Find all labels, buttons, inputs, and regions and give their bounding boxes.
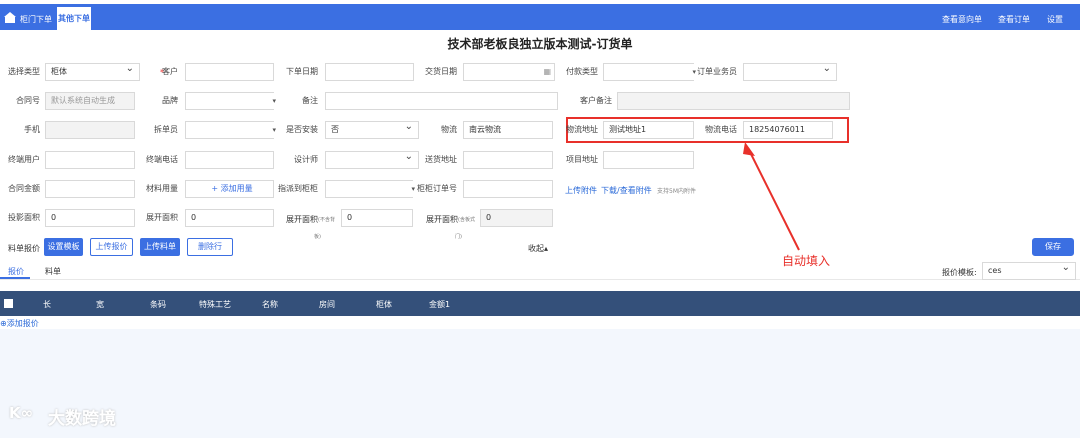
quote-template-value: ces bbox=[988, 266, 1002, 275]
top-nav-bar: 柜门下单 其他下单 查看意向单 查看订单 设置 bbox=[0, 4, 1080, 30]
unfold-note: 门) bbox=[455, 234, 462, 240]
empty-area bbox=[0, 329, 1080, 438]
type-value: 柜体 bbox=[51, 67, 67, 76]
column-header: 长 bbox=[43, 300, 51, 309]
assign-label: 指派到柜柜 bbox=[278, 184, 318, 193]
watermark: 大数跨境 bbox=[48, 409, 116, 429]
end-user-label: 终端用户 bbox=[8, 155, 40, 164]
select-all-checkbox[interactable] bbox=[4, 299, 13, 308]
download-attachment-link[interactable]: 下载/查看附件 bbox=[601, 185, 652, 196]
logistics-phone-label: 物流电话 bbox=[705, 125, 737, 134]
unfold-area-no-back-input[interactable]: 0 bbox=[341, 209, 413, 227]
annotation-arrow bbox=[743, 142, 800, 251]
plus-circle-icon: ⊕ bbox=[0, 319, 7, 328]
remark-label: 备注 bbox=[302, 96, 318, 105]
column-header: 特殊工艺 bbox=[199, 300, 231, 309]
quote-template-select[interactable]: ces bbox=[982, 260, 1076, 280]
projection-area-label: 投影面积 bbox=[8, 213, 40, 222]
customer-remark-label: 客户备注 bbox=[580, 96, 612, 105]
attachment-hint: 支持5M内附件 bbox=[657, 188, 696, 195]
unfold-area-no-back-label: 展开面积 bbox=[286, 215, 318, 224]
install-label: 是否安装 bbox=[286, 125, 318, 134]
install-value: 否 bbox=[331, 125, 339, 134]
unfold-note: (不含背 bbox=[318, 217, 335, 223]
unfold-area-door-label: 展开面积 bbox=[426, 215, 458, 224]
phone-label: 手机 bbox=[24, 125, 40, 134]
quote-template-label: 报价模板: bbox=[942, 268, 977, 277]
cabinet-order-label: 柜柜订单号 bbox=[417, 184, 457, 193]
tab-quote[interactable]: 报价 bbox=[8, 266, 24, 277]
settings-link[interactable]: 设置 bbox=[1047, 14, 1063, 25]
unfold-area-input[interactable]: 0 bbox=[185, 209, 274, 227]
collapse-toggle[interactable]: 收起▴ bbox=[528, 243, 548, 254]
column-header: 柜体 bbox=[376, 300, 392, 309]
contract-amount-label: 合同金额 bbox=[8, 184, 40, 193]
unfold-note: (含板式 bbox=[458, 217, 475, 223]
column-header: 名称 bbox=[262, 300, 278, 309]
upload-bom-button[interactable]: 上传料单 bbox=[140, 238, 180, 256]
brand-label: 品牌 bbox=[162, 96, 178, 105]
tabs-divider bbox=[0, 279, 1080, 280]
cabinet-order-input[interactable] bbox=[463, 180, 553, 198]
project-address-input[interactable] bbox=[603, 151, 694, 169]
upload-attachment-link[interactable]: 上传附件 bbox=[565, 185, 597, 196]
column-header: 条码 bbox=[150, 300, 166, 309]
delete-row-button[interactable]: 删除行 bbox=[187, 238, 233, 256]
customer-label: 客户 bbox=[162, 67, 178, 76]
view-orders-link[interactable]: 查看订单 bbox=[998, 14, 1030, 25]
unfold-note: 板) bbox=[314, 234, 321, 240]
tab-other-order[interactable]: 其他下单 bbox=[57, 7, 91, 30]
splitter-label: 拆单员 bbox=[154, 125, 178, 134]
view-intent-orders-link[interactable]: 查看意向单 bbox=[942, 14, 982, 25]
save-button[interactable]: 保存 bbox=[1032, 238, 1074, 256]
upload-quote-button[interactable]: 上传报价 bbox=[90, 238, 133, 256]
auto-fill-annotation: 自动填入 bbox=[782, 254, 831, 268]
logistics-label: 物流 bbox=[441, 125, 457, 134]
material-label: 材料用量 bbox=[146, 184, 178, 193]
tab-cabinet-door-order[interactable]: 柜门下单 bbox=[20, 14, 52, 25]
project-address-label: 项目地址 bbox=[566, 155, 598, 164]
unfold-area-door-input[interactable]: 0 bbox=[480, 209, 553, 227]
tab-bom[interactable]: 料单 bbox=[45, 266, 61, 277]
page-title: 技术部老板良独立版本测试-订货单 bbox=[447, 37, 633, 51]
home-icon[interactable] bbox=[4, 12, 16, 23]
set-template-button[interactable]: 设置模板 bbox=[44, 238, 83, 256]
logistics-phone-input[interactable]: 18254076011 bbox=[743, 121, 833, 139]
salesman-label: 订单业务员 bbox=[697, 67, 737, 76]
ship-address-label: 送货地址 bbox=[425, 155, 457, 164]
remark-textarea[interactable] bbox=[325, 92, 558, 110]
unfold-area-label: 展开面积 bbox=[146, 213, 178, 222]
designer-label: 设计师 bbox=[294, 155, 318, 164]
delivery-date-label: 交货日期 bbox=[425, 67, 457, 76]
customer-remark-input[interactable] bbox=[617, 92, 850, 110]
column-header: 金额1 bbox=[429, 300, 451, 309]
salesman-select[interactable] bbox=[743, 61, 837, 81]
add-quote-row-link[interactable]: ⊕添加报价 bbox=[0, 318, 39, 329]
watermark-logo-icon: K∞ bbox=[9, 404, 34, 422]
table-header: 长 宽 条码 特殊工艺 名称 房间 柜体 金额1 bbox=[0, 291, 1080, 316]
contract-no-label: 合同号 bbox=[16, 96, 40, 105]
column-header: 宽 bbox=[96, 300, 104, 309]
end-phone-label: 终端电话 bbox=[146, 155, 178, 164]
order-date-label: 下单日期 bbox=[286, 67, 318, 76]
type-label: 选择类型 bbox=[8, 67, 40, 76]
column-header: 房间 bbox=[319, 300, 335, 309]
bom-quote-label: 料单报价 bbox=[8, 244, 40, 253]
logistics-address-label: 物流地址 bbox=[566, 125, 598, 134]
payment-type-label: 付款类型 bbox=[566, 67, 598, 76]
add-quote-label: 添加报价 bbox=[6, 319, 39, 328]
